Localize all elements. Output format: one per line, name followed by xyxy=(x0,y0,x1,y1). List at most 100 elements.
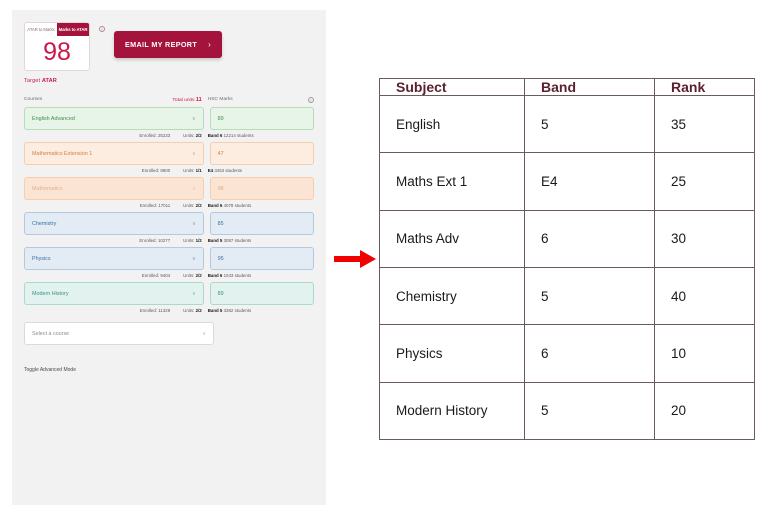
course-name-label: Mathematics Extension 1 xyxy=(32,150,93,157)
course-select[interactable]: English Advanced ∨ xyxy=(24,107,204,130)
add-course-select[interactable]: Select a course ∨ xyxy=(24,322,214,345)
table-row: Chemistry 5 40 xyxy=(379,266,755,326)
table-header-row: Subject Band Rank xyxy=(379,78,755,96)
enrolled-label: Enrolled: xyxy=(141,273,160,278)
table-cell: 10 xyxy=(654,324,755,383)
chevron-down-icon: ∨ xyxy=(202,330,206,337)
course-row-fields: Modern History ∨ 89 xyxy=(24,282,314,305)
chevron-down-icon: ∨ xyxy=(191,220,196,227)
course-meta-row: Enrolled: 8800 Units: 1/1 E4 3453 students xyxy=(24,168,314,173)
units-label: Units: xyxy=(183,308,195,313)
enrolled-value: 11329 xyxy=(158,308,171,313)
course-meta-row: Enrolled: 9404 Units: 2/2 Band 6 1043 stud… xyxy=(24,273,314,278)
toggle-atar-to-marks[interactable]: ATAR to Marks xyxy=(25,23,57,36)
table-header-cell: Band xyxy=(524,78,655,96)
enrolled-info: Enrolled: 11329 xyxy=(140,308,170,313)
table-row: Modern History 5 20 xyxy=(379,381,755,441)
hsc-mark-input[interactable]: 95 xyxy=(209,247,314,270)
table-cell: Maths Ext 1 xyxy=(379,152,525,211)
course-name-label: English Advanced xyxy=(32,115,75,122)
table-cell: 6 xyxy=(524,324,655,383)
enrolled-label: Enrolled: xyxy=(139,133,157,138)
enrolled-info: Enrolled: 9404 xyxy=(142,273,170,278)
email-my-report-button[interactable]: EMAIL MY REPORT › xyxy=(114,31,223,58)
course-row-fields: Physics ∨ 95 xyxy=(24,247,314,270)
course-meta-row: Enrolled: 17011 Units: 2/2 Band 6 4078 stu… xyxy=(24,203,314,208)
units-label: Units: xyxy=(183,238,195,243)
courses-column-headers: Courses Total units 11 HSC Marks i xyxy=(24,97,314,103)
units-info: Units: 2/2 xyxy=(183,203,202,208)
total-units-display: Total units 11 xyxy=(172,97,201,103)
hsc-mark-input[interactable]: 85 xyxy=(209,212,314,235)
course-row: Mathematics Extension 1 ∨ 47 Enrolled: 8800… xyxy=(24,142,314,173)
chevron-down-icon: ∨ xyxy=(191,185,196,192)
table-cell: 30 xyxy=(654,209,755,268)
enrolled-info: Enrolled: 8800 xyxy=(142,168,170,173)
calculator-header-row: ATAR to Marks Marks to ATAR 98 i EMAIL M… xyxy=(24,22,314,71)
chevron-down-icon: ∨ xyxy=(191,255,196,262)
units-value: 1/1 xyxy=(195,168,202,173)
chevron-down-icon: ∨ xyxy=(191,115,196,122)
band-info: Band 6 4078 students xyxy=(208,203,314,208)
units-label: Units: xyxy=(183,203,195,208)
atar-mode-toggle[interactable]: ATAR to Marks Marks to ATAR xyxy=(25,23,89,36)
enrolled-label: Enrolled: xyxy=(139,308,158,313)
band-info: E4 3453 students xyxy=(208,168,314,173)
units-info: Units: 2/2 xyxy=(183,308,202,313)
band-value: Band 5 xyxy=(207,308,223,313)
hsc-mark-input[interactable]: 47 xyxy=(209,142,314,165)
target-atar-card: ATAR to Marks Marks to ATAR 98 xyxy=(24,22,90,71)
table-cell: Physics xyxy=(379,324,525,383)
enrolled-value: 8800 xyxy=(160,168,171,173)
atar-calculator-panel: ATAR to Marks Marks to ATAR 98 i EMAIL M… xyxy=(12,10,326,505)
band-value: Band 6 xyxy=(207,203,223,208)
toggle-advanced-mode-link[interactable]: Toggle Advanced Mode xyxy=(24,367,76,373)
enrolled-label: Enrolled: xyxy=(139,203,158,208)
band-students: 12214 students xyxy=(223,133,254,138)
target-atar-value[interactable]: 98 xyxy=(25,36,89,70)
units-label: Units: xyxy=(183,133,195,138)
band-students: 3453 students xyxy=(214,168,242,173)
course-select[interactable]: Mathematics Extension 1 ∨ xyxy=(24,142,204,165)
band-info: Band 6 12214 students xyxy=(208,133,314,138)
hsc-mark-input[interactable]: 89 xyxy=(209,282,314,305)
email-my-report-label: EMAIL MY REPORT xyxy=(125,40,198,49)
course-meta-row: Enrolled: 10277 Units: 1/2 Band 5 3087 stu… xyxy=(24,238,314,243)
course-select[interactable]: Physics ∨ xyxy=(24,247,204,270)
info-icon[interactable]: i xyxy=(99,26,105,32)
course-name-label: Mathematics xyxy=(32,185,63,192)
toggle-marks-to-atar[interactable]: Marks to ATAR xyxy=(57,23,89,36)
band-value: Band 5 xyxy=(207,238,223,243)
table-cell: 40 xyxy=(654,266,755,326)
table-cell: 25 xyxy=(654,152,755,211)
hsc-marks-info-icon[interactable]: i xyxy=(308,97,314,103)
band-value: E4 xyxy=(207,168,214,173)
target-atar-caption: Target ATAR xyxy=(24,78,314,84)
enrolled-label: Enrolled: xyxy=(139,238,157,243)
courses-header-label: Courses xyxy=(24,97,43,102)
units-value: 2/2 xyxy=(195,308,202,313)
units-info: Units: 1/2 xyxy=(183,238,202,243)
hsc-mark-value: 98 xyxy=(217,185,224,192)
course-row-fields: Mathematics Extension 1 ∨ 47 xyxy=(24,142,314,165)
hsc-mark-input[interactable]: 89 xyxy=(209,107,314,130)
units-value: 2/2 xyxy=(195,133,202,138)
units-value: 2/2 xyxy=(195,273,202,278)
band-value: Band 6 xyxy=(207,273,223,278)
results-table: Subject Band Rank English 5 35 Maths Ext 1 E4 2… xyxy=(379,78,755,441)
hsc-mark-input[interactable]: 98 xyxy=(209,177,314,200)
table-header-cell: Rank xyxy=(654,78,755,96)
band-students: 4078 students xyxy=(223,203,252,208)
course-select[interactable]: Mathematics ∨ xyxy=(24,177,204,200)
add-course-placeholder: Select a course xyxy=(32,330,70,337)
table-body: English 5 35 Maths Ext 1 E4 25 Maths Adv 6 30 Che… xyxy=(379,94,755,441)
table-cell: Maths Adv xyxy=(379,209,525,268)
course-select[interactable]: Modern History ∨ xyxy=(24,282,204,305)
total-units-label: Total units xyxy=(172,98,195,103)
units-value: 1/2 xyxy=(195,238,202,243)
table-cell: 6 xyxy=(524,209,655,268)
table-cell: 35 xyxy=(654,94,755,154)
table-row: Physics 6 10 xyxy=(379,324,755,383)
course-select[interactable]: Chemistry ∨ xyxy=(24,212,204,235)
units-value: 2/2 xyxy=(195,203,202,208)
